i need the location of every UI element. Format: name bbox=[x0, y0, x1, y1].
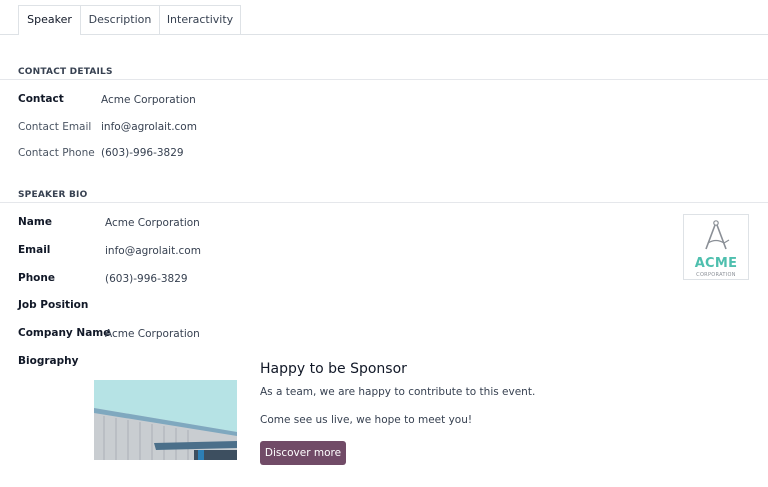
bio-paragraph: As a team, we are happy to contribute to… bbox=[260, 386, 536, 398]
speaker-bio-title: SPEAKER BIO bbox=[18, 190, 88, 200]
phone-field[interactable]: (603)-996-3829 bbox=[105, 273, 188, 285]
name-label: Name bbox=[18, 216, 52, 228]
phone-label: Phone bbox=[18, 272, 55, 284]
section-divider bbox=[0, 79, 768, 80]
contact-field[interactable]: Acme Corporation bbox=[101, 94, 196, 106]
company-name-field[interactable]: Acme Corporation bbox=[105, 328, 200, 340]
tabs-divider bbox=[0, 34, 768, 35]
form-tabs: Speaker Description Interactivity bbox=[0, 0, 768, 35]
tab-description[interactable]: Description bbox=[80, 5, 160, 34]
job-position-label: Job Position bbox=[18, 299, 89, 311]
contact-details-title: CONTACT DETAILS bbox=[18, 67, 113, 77]
logo-subtitle: CORPORATION bbox=[696, 272, 736, 278]
bio-heading: Happy to be Sponsor bbox=[260, 361, 407, 377]
compass-icon bbox=[705, 220, 730, 250]
bio-paragraph: Come see us live, we hope to meet you! bbox=[260, 414, 473, 426]
contact-email-field[interactable]: info@agrolait.com bbox=[101, 121, 197, 133]
biography-label: Biography bbox=[18, 355, 79, 367]
building-image bbox=[94, 380, 237, 460]
contact-label: Contact bbox=[18, 93, 64, 105]
tab-speaker[interactable]: Speaker bbox=[18, 5, 81, 35]
section-divider bbox=[0, 202, 768, 203]
name-field[interactable]: Acme Corporation bbox=[105, 217, 200, 229]
email-field[interactable]: info@agrolait.com bbox=[105, 245, 201, 257]
discover-more-button[interactable]: Discover more bbox=[260, 441, 346, 465]
contact-email-label: Contact Email bbox=[18, 121, 92, 133]
tab-interactivity[interactable]: Interactivity bbox=[159, 5, 241, 34]
logo-wordmark: ACME bbox=[694, 256, 738, 271]
email-label: Email bbox=[18, 244, 51, 256]
company-name-label: Company Name bbox=[18, 327, 111, 339]
contact-phone-label: Contact Phone bbox=[18, 147, 95, 159]
speaker-logo-image[interactable]: ACME CORPORATION bbox=[683, 214, 749, 280]
contact-phone-field[interactable]: (603)-996-3829 bbox=[101, 147, 184, 159]
